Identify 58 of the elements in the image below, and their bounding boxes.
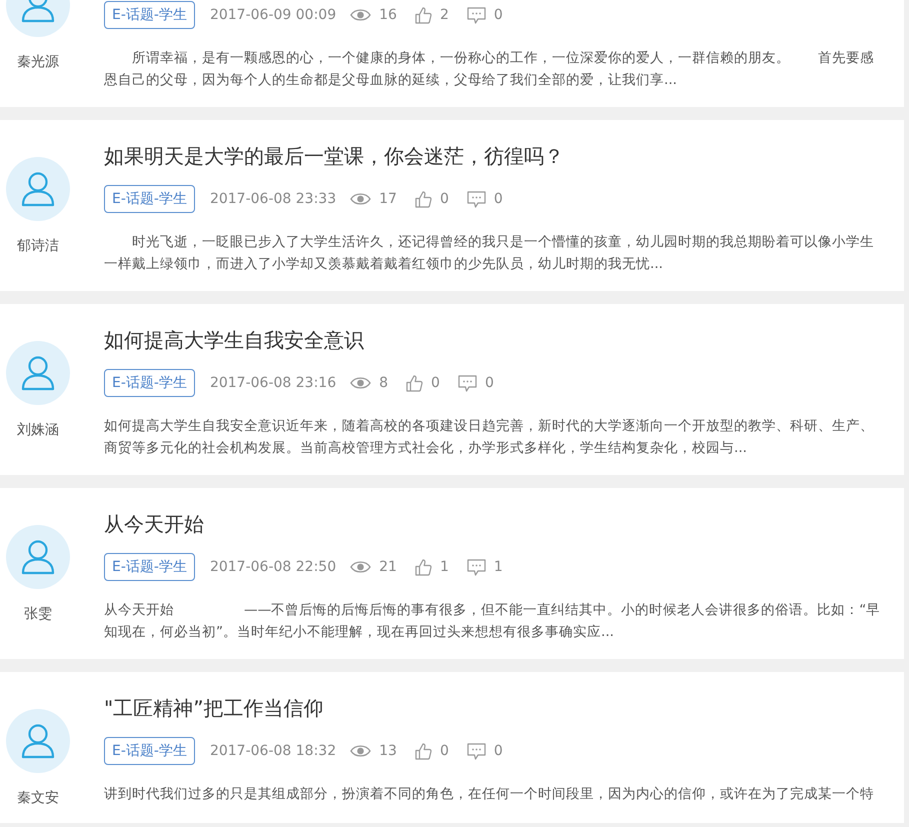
category-tag[interactable]: E-话题-学生 bbox=[104, 369, 195, 397]
author-name[interactable]: 张雯 bbox=[6, 605, 70, 623]
eye-icon bbox=[350, 192, 372, 206]
author-name[interactable]: 秦光源 bbox=[6, 53, 70, 71]
view-count: 8 bbox=[379, 375, 388, 391]
post-date: 2017-06-09 00:09 bbox=[210, 7, 336, 23]
like-count: 0 bbox=[440, 743, 449, 759]
like-count: 0 bbox=[440, 191, 449, 207]
thumbs-up-icon[interactable] bbox=[414, 6, 432, 24]
thumbs-up-icon[interactable] bbox=[414, 558, 432, 576]
post-excerpt: 从今天开始 ——不曾后悔的后悔后悔的事有很多，但不能一直纠结其中。小的时候老人会讲很多的俗语。比如：“早知现在，何必当初”。当时年纪小不能理解，现在再回过头来想想有很多事确实应... bbox=[104, 601, 882, 642]
author-name[interactable]: 刘姝涵 bbox=[6, 421, 70, 439]
thumbs-up-icon[interactable] bbox=[406, 374, 424, 392]
category-tag[interactable]: E-话题-学生 bbox=[104, 185, 195, 213]
eye-icon bbox=[350, 560, 372, 574]
category-tag[interactable]: E-话题-学生 bbox=[104, 553, 195, 581]
like-count: 1 bbox=[440, 559, 449, 575]
post-excerpt: 讲到时代我们过多的只是其组成部分，扮演着不同的角色，在任何一个时间段里，因为内心的信仰，或许在为了完成某一个特 bbox=[104, 785, 875, 804]
post-title[interactable]: "工匠精神”把工作当信仰 bbox=[104, 696, 884, 720]
eye-icon bbox=[350, 376, 372, 390]
thumbs-up-icon[interactable] bbox=[414, 190, 432, 208]
post-title[interactable]: 如果明天是大学的最后一堂课，你会迷茫，彷徨吗？ bbox=[104, 144, 884, 168]
post-excerpt: 如何提高大学生自我安全意识近年来，随着高校的各项建设日趋完善，新时代的大学逐渐向一个开放型的教学、科研、生产、商贸等多元化的社会机构发展。当前高校管理方式社会化，办学形式多样化，学生结构复杂化，校园与... bbox=[104, 417, 875, 458]
category-tag[interactable]: E-话题-学生 bbox=[104, 1, 195, 29]
post-excerpt: 时光飞逝，一眨眼已步入了大学生活许久，还记得曾经的我只是一个懵懂的孩童，幼儿园时期的我总期盼着可以像小学生一样戴上绿领巾，而进入了小学却又羡慕戴着戴着红领巾的少先队员，幼儿时期的我无忧... bbox=[104, 233, 875, 274]
post-excerpt: 所谓幸福，是有一颗感恩的心，一个健康的身体，一份称心的工作，一位深爱你的爱人，一群信赖的朋友。 首先要感恩自己的父母，因为每个人的生命都是父母血脉的延续，父母给了我们全部的爱，让我们享... bbox=[104, 49, 875, 90]
person-icon bbox=[21, 171, 55, 207]
like-count: 2 bbox=[440, 7, 449, 23]
person-icon bbox=[21, 539, 55, 575]
comment-count: 0 bbox=[484, 375, 494, 391]
view-count: 13 bbox=[379, 743, 397, 759]
comment-icon[interactable] bbox=[466, 6, 486, 24]
post-date: 2017-06-08 23:16 bbox=[210, 375, 336, 391]
category-tag[interactable]: E-话题-学生 bbox=[104, 737, 195, 765]
view-count: 21 bbox=[379, 559, 397, 575]
eye-icon bbox=[350, 8, 372, 22]
view-count: 17 bbox=[379, 191, 397, 207]
post-date: 2017-06-08 18:32 bbox=[210, 743, 336, 759]
post-title[interactable]: 如何提高大学生自我安全意识 bbox=[104, 328, 884, 352]
thumbs-up-icon[interactable] bbox=[414, 742, 432, 760]
post-title[interactable]: 从今天开始 bbox=[104, 512, 884, 536]
comment-icon[interactable] bbox=[458, 374, 477, 392]
comment-count: 0 bbox=[494, 743, 503, 759]
comment-count: 0 bbox=[494, 7, 503, 23]
eye-icon bbox=[350, 744, 372, 758]
author-name[interactable]: 秦文安 bbox=[6, 789, 70, 807]
comment-count: 1 bbox=[494, 559, 503, 575]
post-date: 2017-06-08 22:50 bbox=[210, 559, 336, 575]
post-date: 2017-06-08 23:33 bbox=[210, 191, 336, 207]
author-name[interactable]: 郁诗洁 bbox=[6, 237, 70, 255]
comment-icon[interactable] bbox=[466, 558, 486, 576]
comment-icon[interactable] bbox=[466, 190, 486, 208]
like-count: 0 bbox=[431, 375, 440, 391]
comment-icon[interactable] bbox=[466, 742, 486, 760]
person-icon bbox=[21, 355, 55, 391]
comment-count: 0 bbox=[494, 191, 503, 207]
person-icon bbox=[21, 723, 55, 759]
view-count: 16 bbox=[379, 7, 397, 23]
